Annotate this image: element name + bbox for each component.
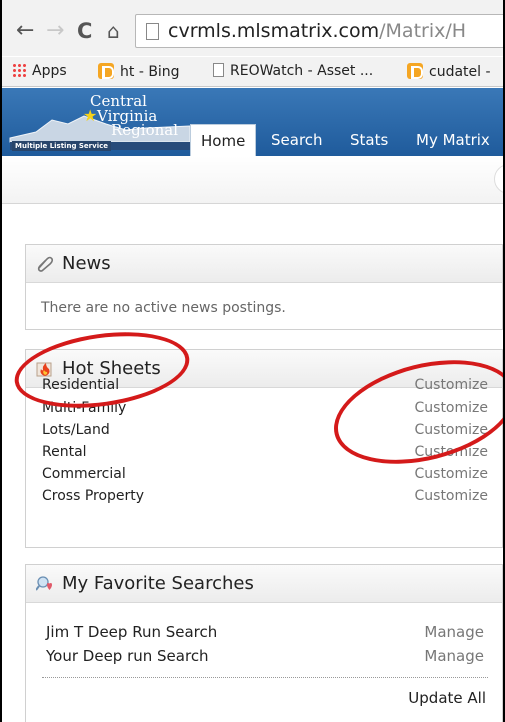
tab-home[interactable]: Home bbox=[190, 124, 257, 156]
hot-sheet-link[interactable]: Multi-Family bbox=[42, 400, 126, 416]
search-heart-icon bbox=[36, 576, 52, 591]
customize-link[interactable]: Customize bbox=[415, 444, 489, 460]
bing-icon bbox=[98, 63, 114, 79]
hot-sheet-row: Rental Customize bbox=[42, 444, 488, 467]
sub-toolbar bbox=[2, 156, 503, 204]
bookmark-apps[interactable]: Apps bbox=[12, 63, 67, 79]
favorite-searches-panel: My Favorite Searches Jim T Deep Run Sear… bbox=[25, 564, 503, 722]
customize-link[interactable]: Customize bbox=[415, 400, 489, 416]
page-icon bbox=[213, 63, 224, 77]
tab-stats[interactable]: Stats bbox=[340, 124, 398, 156]
customize-link[interactable]: Customize bbox=[415, 422, 489, 438]
update-all-link[interactable]: Update All bbox=[408, 689, 486, 707]
favorite-search-link[interactable]: Jim T Deep Run Search bbox=[46, 623, 217, 641]
news-empty-message: There are no active news postings. bbox=[41, 300, 286, 316]
news-header: News bbox=[26, 245, 502, 283]
favorite-search-row: Jim T Deep Run Search Manage bbox=[46, 623, 484, 647]
bookmark-ht-bing[interactable]: ht - Bing bbox=[98, 63, 180, 80]
favorite-searches-title: My Favorite Searches bbox=[62, 573, 254, 594]
favorite-search-link[interactable]: Your Deep run Search bbox=[46, 647, 209, 665]
hot-sheet-row: Cross Property Customize bbox=[42, 488, 488, 511]
hot-sheet-row: Residential Customize bbox=[42, 377, 488, 400]
favorite-search-row: Your Deep run Search Manage bbox=[46, 647, 484, 671]
reload-icon[interactable]: C bbox=[77, 20, 92, 42]
manage-link[interactable]: Manage bbox=[424, 623, 484, 641]
logo-tagline: Multiple Listing Service bbox=[12, 141, 111, 151]
browser-toolbar: ← → C ⌂ cvrmls.mlsmatrix.com/Matrix/H bbox=[2, 0, 503, 56]
customize-link[interactable]: Customize bbox=[415, 466, 489, 482]
hot-sheet-row: Lots/Land Customize bbox=[42, 422, 488, 445]
tab-my-matrix[interactable]: My Matrix bbox=[406, 124, 500, 156]
apps-grid-icon bbox=[12, 63, 26, 77]
customize-link[interactable]: Customize bbox=[415, 488, 489, 504]
paperclip-icon bbox=[37, 256, 54, 272]
news-panel: News There are no active news postings. bbox=[25, 244, 503, 330]
hot-sheet-link[interactable]: Cross Property bbox=[42, 488, 144, 504]
bookmark-reowatch[interactable]: REOWatch - Asset ... bbox=[213, 63, 373, 79]
flame-icon bbox=[36, 362, 52, 377]
hot-sheet-link[interactable]: Rental bbox=[42, 444, 87, 460]
cvr-logo[interactable]: Central ★ Virginia Regional Multiple Lis… bbox=[6, 90, 190, 152]
customize-link[interactable]: Customize bbox=[415, 377, 489, 393]
browser-window: ← → C ⌂ cvrmls.mlsmatrix.com/Matrix/H Ap… bbox=[0, 0, 505, 722]
hot-sheet-link[interactable]: Commercial bbox=[42, 466, 126, 482]
home-icon[interactable]: ⌂ bbox=[107, 20, 120, 42]
hot-sheets-title: Hot Sheets bbox=[62, 358, 161, 379]
forward-arrow-icon[interactable]: → bbox=[46, 20, 64, 42]
hot-sheet-row: Commercial Customize bbox=[42, 466, 488, 489]
divider bbox=[42, 677, 488, 678]
page-icon bbox=[146, 23, 159, 40]
manage-link[interactable]: Manage bbox=[424, 647, 484, 665]
logo-line-regional: Regional bbox=[111, 121, 179, 139]
star-icon: ★ bbox=[83, 106, 98, 125]
bookmark-cudatel[interactable]: cudatel - bbox=[407, 63, 491, 80]
address-bar[interactable]: cvrmls.mlsmatrix.com/Matrix/H bbox=[135, 14, 503, 48]
favorite-searches-header: My Favorite Searches bbox=[26, 565, 502, 603]
bookmarks-bar: Apps ht - Bing REOWatch - Asset ... cuda… bbox=[2, 57, 503, 87]
back-arrow-icon[interactable]: ← bbox=[16, 20, 34, 42]
hot-sheets-panel: Hot Sheets Residential Customize Multi-F… bbox=[25, 349, 503, 548]
address-text[interactable]: cvrmls.mlsmatrix.com/Matrix/H bbox=[168, 20, 466, 42]
tab-search[interactable]: Search bbox=[261, 124, 333, 156]
hot-sheet-link[interactable]: Residential bbox=[42, 377, 119, 393]
hot-sheet-row: Multi-Family Customize bbox=[42, 400, 488, 423]
bing-icon bbox=[407, 63, 423, 79]
news-title: News bbox=[62, 253, 111, 274]
hot-sheet-link[interactable]: Lots/Land bbox=[42, 422, 110, 438]
toolbar-round-button[interactable] bbox=[494, 164, 503, 194]
